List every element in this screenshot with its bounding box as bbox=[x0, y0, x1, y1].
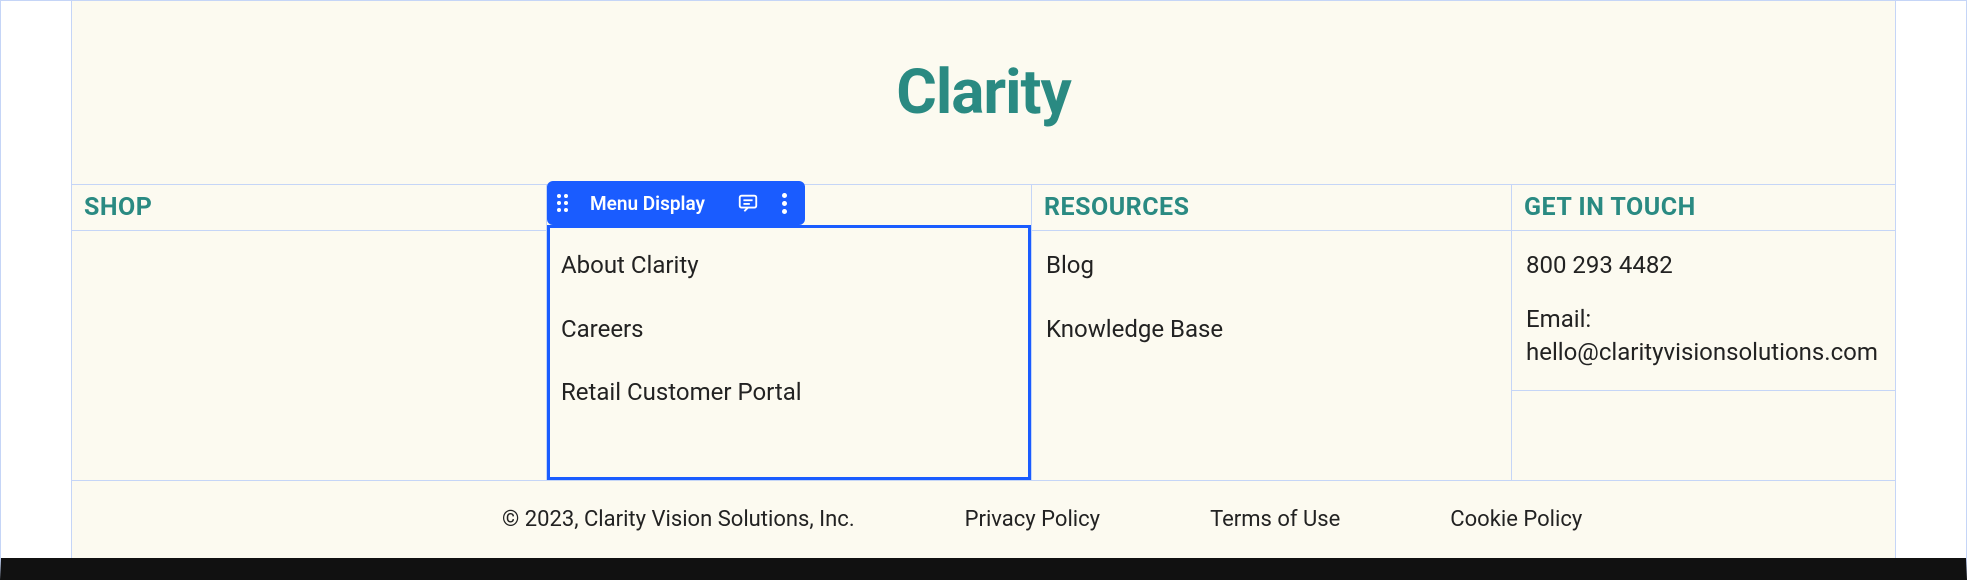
widget-toolbar-label: Menu Display bbox=[584, 192, 723, 215]
footer-section: Clarity SHOP Menu Display bbox=[71, 1, 1896, 558]
column-contact-title: GET IN TOUCH bbox=[1512, 185, 1895, 231]
footer-link[interactable]: Careers bbox=[561, 313, 1017, 347]
column-shop-title: SHOP bbox=[72, 185, 546, 231]
footer-legal-link[interactable]: Terms of Use bbox=[1210, 507, 1340, 532]
column-contact-body: 800 293 4482 Email: hello@clarityvisions… bbox=[1512, 231, 1895, 480]
footer-link[interactable]: Retail Customer Portal bbox=[561, 376, 1017, 410]
contact-phone: 800 293 4482 bbox=[1526, 249, 1881, 283]
footer-link[interactable]: About Clarity bbox=[561, 249, 1017, 283]
column-resources-title: RESOURCES bbox=[1032, 185, 1511, 231]
contact-email: Email: hello@clarityvisionsolutions.com bbox=[1526, 303, 1881, 370]
drag-handle-icon[interactable] bbox=[555, 194, 570, 212]
footer-bottom-bar: © 2023, Clarity Vision Solutions, Inc. P… bbox=[72, 481, 1895, 558]
footer-link[interactable]: Knowledge Base bbox=[1046, 313, 1497, 347]
footer-link[interactable]: Blog bbox=[1046, 249, 1497, 283]
column-company[interactable]: Menu Display About bbox=[547, 185, 1032, 480]
widget-toolbar[interactable]: Menu Display bbox=[547, 181, 805, 225]
comment-icon[interactable] bbox=[737, 192, 759, 214]
column-resources-body: Blog Knowledge Base bbox=[1032, 231, 1511, 372]
footer-legal-link[interactable]: Privacy Policy bbox=[965, 507, 1100, 532]
footer-legal-link[interactable]: Cookie Policy bbox=[1450, 507, 1582, 532]
copyright-text: © 2023, Clarity Vision Solutions, Inc. bbox=[502, 507, 855, 532]
logo-area: Clarity bbox=[72, 1, 1895, 185]
page-canvas: Clarity SHOP Menu Display bbox=[0, 0, 1967, 580]
column-company-body: About Clarity Careers Retail Customer Po… bbox=[547, 231, 1031, 436]
column-contact: GET IN TOUCH 800 293 4482 Email: hello@c… bbox=[1512, 185, 1895, 480]
footer-columns: SHOP Menu Display bbox=[72, 185, 1895, 481]
brand-logo[interactable]: Clarity bbox=[72, 56, 1895, 129]
contact-separator bbox=[1512, 390, 1895, 480]
kebab-menu-icon[interactable] bbox=[773, 192, 795, 214]
column-resources: RESOURCES Blog Knowledge Base bbox=[1032, 185, 1512, 480]
column-shop: SHOP bbox=[72, 185, 547, 480]
column-shop-body bbox=[72, 231, 546, 275]
